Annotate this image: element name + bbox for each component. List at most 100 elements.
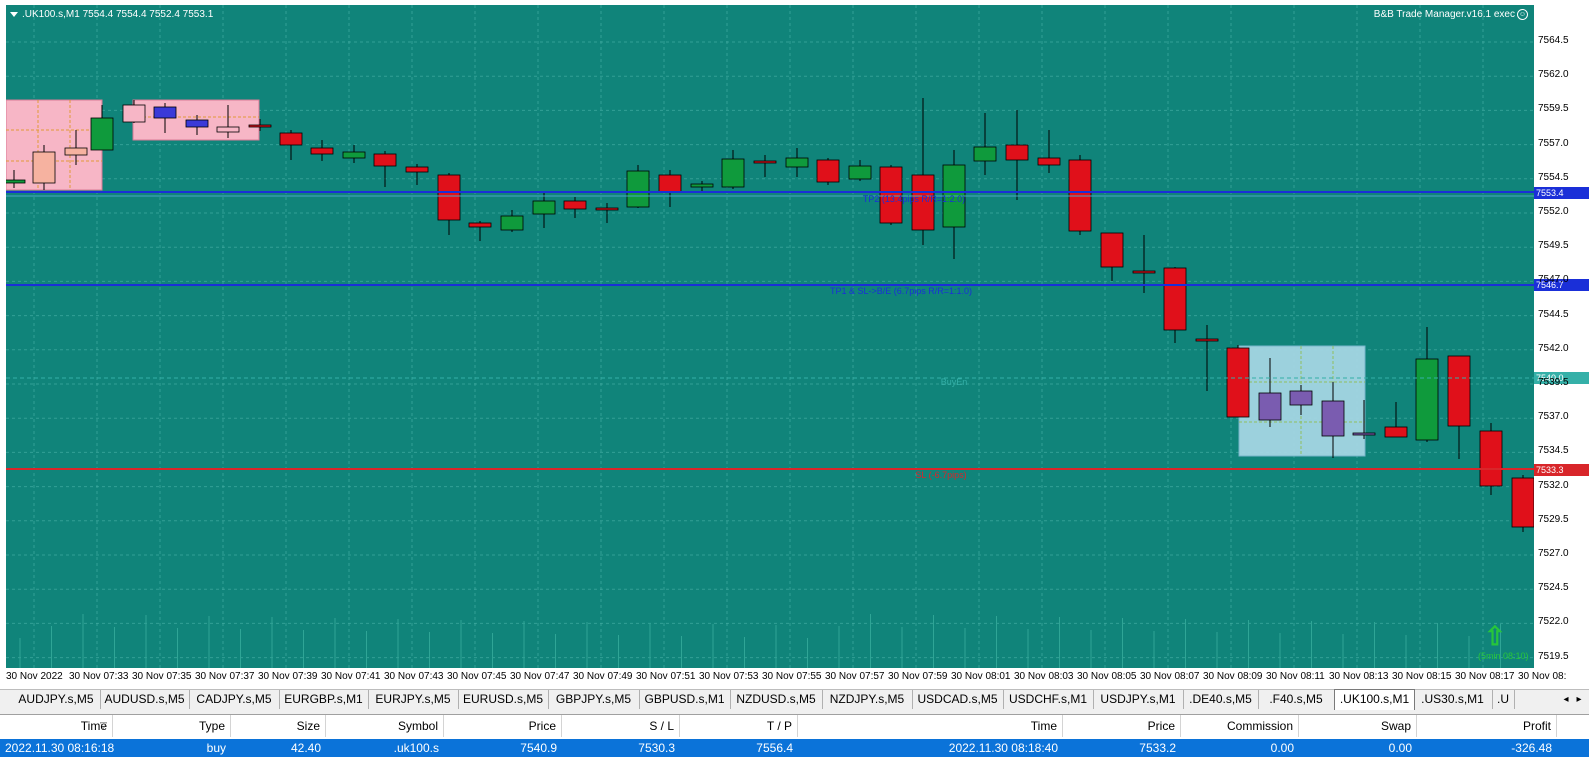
- sort-icon[interactable]: ▽: [100, 720, 107, 731]
- price-tick-label: 7539.5: [1538, 377, 1569, 388]
- bull-candle: [626, 170, 650, 208]
- candle-timer: (5min 08:10): [1478, 651, 1529, 661]
- column-header-commission[interactable]: Commission: [1181, 715, 1299, 737]
- candlestick-chart[interactable]: [6, 5, 1534, 668]
- bear-candle: [153, 106, 177, 119]
- tab-uk100-s-m1[interactable]: .UK100.s,M1: [1334, 689, 1415, 710]
- price-tick-label: 7529.5: [1538, 513, 1569, 525]
- cell-time: 2022.11.30 08:16:18: [5, 741, 115, 755]
- trade-table: Time Type Size Symbol Price S / LT / P Time Pri…: [0, 714, 1589, 771]
- tab-nzdusd-s-m5[interactable]: NZDUSD.s,M5: [730, 690, 823, 709]
- column-header-type[interactable]: Type: [113, 715, 231, 737]
- symbol-header: .UK100.s,M1 7554.4 7554.4 7552.4 7553.1: [10, 9, 213, 20]
- column-header-price[interactable]: Price: [444, 715, 562, 737]
- tab-cadjpy-s-m5[interactable]: CADJPY.s,M5: [189, 690, 280, 709]
- bear-candle: [1352, 432, 1376, 436]
- bear-candle: [1195, 338, 1219, 342]
- bear-candle: [1321, 400, 1345, 437]
- tab-audjpy-s-m5[interactable]: AUDJPY.s,M5: [12, 690, 101, 709]
- cell-profit: -326.48: [1511, 741, 1552, 755]
- bear-candle: [373, 153, 397, 167]
- cell-swap: 0.00: [1388, 741, 1412, 755]
- bear-candle: [816, 159, 840, 183]
- tab-gbpjpy-s-m5[interactable]: GBPJPY.s,M5: [548, 690, 640, 709]
- time-tick-label: 30 Nov 08:07: [1140, 671, 1200, 682]
- cell-symbol: .uk100.s: [393, 741, 439, 755]
- bull-candle: [690, 183, 714, 188]
- tab-usdjpy-s-m1[interactable]: USDJPY.s,M1: [1093, 690, 1184, 709]
- cell-price: 7540.9: [520, 741, 557, 755]
- symbol-quote-text: .UK100.s,M1 7554.4 7554.4 7552.4 7553.1: [22, 9, 214, 20]
- time-tick-label: 30 Nov 07:39: [258, 671, 318, 682]
- price-tick-label: 7527.0: [1538, 548, 1569, 559]
- time-tick-label: 30 Nov 07:43: [384, 671, 444, 682]
- column-header-close-price[interactable]: Price: [1063, 715, 1181, 737]
- tab-f40-s-m5[interactable]: .F40.s,M5: [1258, 690, 1335, 709]
- price-axis[interactable]: 7553.4 7546.7 7540.0 7533.3 7564.5 7562.0…: [1534, 5, 1589, 668]
- price-tick-label: 7534.5: [1538, 445, 1569, 457]
- bull-candle: [216, 126, 240, 133]
- column-header-time[interactable]: Time: [0, 715, 113, 737]
- tab-nzdjpy-s-m5[interactable]: NZDJPY.s,M5: [822, 690, 913, 709]
- tab-eurgbp-s-m1[interactable]: EURGBP.s,M1: [279, 690, 369, 709]
- column-header-tp[interactable]: T / P: [680, 715, 798, 737]
- bear-candle: [1226, 347, 1250, 418]
- bear-candle: [1384, 426, 1408, 438]
- tab-usdchf-s-m1[interactable]: USDCHF.s,M1: [1003, 690, 1094, 709]
- time-tick-label: 30 Nov 07:53: [699, 671, 759, 682]
- tab-audusd-s-m5[interactable]: AUDUSD.s,M5: [100, 690, 190, 709]
- time-tick-label: 30 Nov 07:57: [825, 671, 885, 682]
- sl-price-tag: 7533.3: [1534, 464, 1589, 476]
- tab-gbpusd-s-m1[interactable]: GBPUSD.s,M1: [639, 690, 731, 709]
- sl-label: SL (-6.7pips): [915, 470, 967, 480]
- time-tick-label: 30 Nov 07:37: [195, 671, 255, 682]
- tab-us30-s-m1[interactable]: .US30.s,M1: [1413, 690, 1493, 709]
- column-header-sl[interactable]: S / L: [562, 715, 680, 737]
- price-tick-label: 7519.5: [1538, 650, 1569, 662]
- price-chart[interactable]: .UK100.s,M1 7554.4 7554.4 7552.4 7553.1 …: [6, 5, 1534, 668]
- bear-candle: [405, 166, 429, 173]
- tab-usdcad-s-m5[interactable]: USDCAD.s,M5: [912, 690, 1004, 709]
- price-tick-label: 7554.5: [1538, 171, 1569, 183]
- cell-close-time: 2022.11.30 08:18:40: [948, 741, 1058, 755]
- chart-tabs: AUDJPY.s,M5 AUDUSD.s,M5 CADJPY.s,M5 EURGBP.…: [0, 689, 1589, 710]
- cell-size: 42.40: [290, 741, 321, 755]
- bear-candle: [595, 207, 619, 211]
- tp1-label: TP1 & SL->B/E (6.7pips R/R=1:1.0): [829, 286, 973, 296]
- column-header-profit[interactable]: Profit: [1417, 715, 1557, 737]
- time-tick-label: 30 Nov 07:51: [636, 671, 696, 682]
- chart-window[interactable]: .UK100.s,M1 7554.4 7554.4 7552.4 7553.1 …: [0, 0, 1589, 697]
- column-header-close-time[interactable]: Time: [798, 715, 1063, 737]
- bull-candle: [721, 158, 745, 188]
- price-tick-label: 7564.5: [1538, 35, 1569, 46]
- time-tick-label: 30 Nov 08:11: [1266, 671, 1325, 682]
- tab-eurusd-s-m5[interactable]: EURUSD.s,M5: [458, 690, 549, 709]
- time-tick-label: 30 Nov 08:17: [1455, 671, 1515, 682]
- ea-name-text: B&B Trade Manager.v16.1 exec: [1373, 9, 1515, 21]
- bull-candle: [500, 215, 524, 231]
- bear-candle: [1163, 267, 1187, 331]
- cell-commission: 0.00: [1270, 741, 1294, 755]
- scroll-right-icon[interactable]: ▸: [1573, 690, 1585, 709]
- price-tick-label: 7549.5: [1538, 240, 1569, 252]
- bull-candle: [6, 179, 26, 184]
- time-tick-label: 30 Nov 07:45: [447, 671, 507, 682]
- arrow-up-icon[interactable]: ⇧: [1484, 623, 1506, 649]
- chevron-down-icon[interactable]: [10, 11, 18, 17]
- time-tick-label: 30 Nov 07:47: [510, 671, 570, 682]
- scroll-left-icon[interactable]: ◂: [1560, 690, 1572, 709]
- time-tick-label: 30 Nov 07:59: [888, 671, 948, 682]
- bull-candle: [122, 104, 146, 123]
- bear-candle: [1100, 232, 1124, 268]
- column-header-symbol[interactable]: Symbol: [326, 715, 444, 737]
- column-header-swap[interactable]: Swap: [1299, 715, 1417, 737]
- bull-candle: [32, 151, 56, 184]
- price-tick-label: 7562.0: [1538, 69, 1569, 81]
- column-header-size[interactable]: Size: [231, 715, 326, 737]
- tab-u[interactable]: .U: [1492, 690, 1515, 709]
- tab-eurjpy-s-m5[interactable]: EURJPY.s,M5: [368, 690, 459, 709]
- bull-candle: [90, 117, 114, 151]
- price-tick-label: 7537.0: [1538, 411, 1569, 423]
- bear-candle: [1447, 355, 1471, 427]
- tab-de40-s-m5[interactable]: .DE40.s,M5: [1183, 690, 1259, 709]
